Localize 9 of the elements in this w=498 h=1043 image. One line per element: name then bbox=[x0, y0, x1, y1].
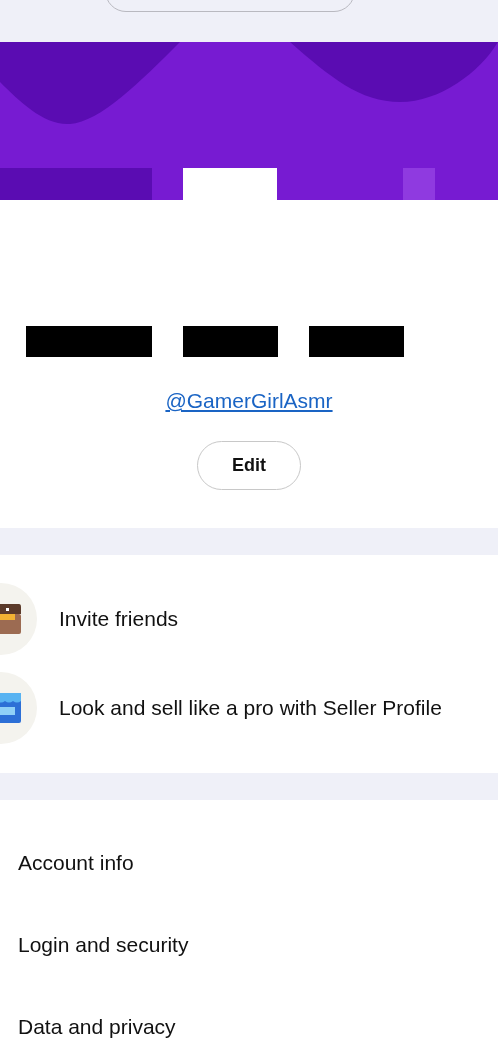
promo-item[interactable]: Invite friends bbox=[0, 583, 498, 655]
settings-item[interactable]: Account info bbox=[18, 846, 134, 880]
promo-item[interactable]: Look and sell like a pro with Seller Profile bbox=[0, 672, 498, 744]
edit-button[interactable]: Edit bbox=[197, 441, 301, 490]
settings-item[interactable]: Login and security bbox=[18, 928, 189, 962]
storefront-icon bbox=[0, 693, 21, 723]
settings-item[interactable]: Data and privacy bbox=[18, 1010, 176, 1043]
treasure-chest-icon bbox=[0, 604, 21, 634]
profile-handle-link[interactable]: @GamerGirlAsmr bbox=[165, 389, 333, 413]
